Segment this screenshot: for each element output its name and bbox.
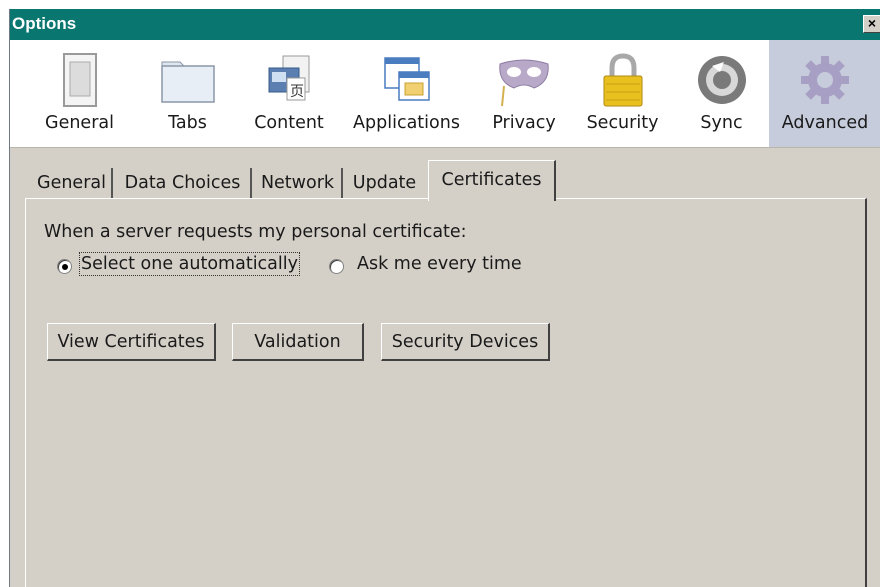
pane-label: Tabs <box>168 113 207 133</box>
pane-general[interactable]: General <box>32 40 127 147</box>
title-bar[interactable]: Options × <box>10 9 880 40</box>
svg-text:页: 页 <box>290 84 304 100</box>
tab-data-choices[interactable]: Data Choices <box>115 168 252 198</box>
view-certificates-button[interactable]: View Certificates <box>47 323 216 361</box>
security-devices-button[interactable]: Security Devices <box>381 323 550 361</box>
tab-certificates[interactable]: Certificates <box>428 160 556 201</box>
tab-update[interactable]: Update <box>345 165 424 200</box>
options-window: Options × General Tabs 页 Content Applica… <box>9 9 880 587</box>
radio-selected-dot <box>62 264 68 270</box>
pane-label: Advanced <box>781 113 869 133</box>
pane-label: General <box>45 113 114 133</box>
sync-icon <box>694 52 750 112</box>
pane-sync[interactable]: Sync <box>678 40 765 147</box>
certificates-panel: When a server requests my personal certi… <box>25 198 867 587</box>
pane-label: Privacy <box>492 113 556 133</box>
tab-general[interactable]: General <box>32 168 113 198</box>
validation-button[interactable]: Validation <box>232 323 364 361</box>
pane-label: Applications <box>353 113 460 133</box>
content-icon: 页 <box>261 52 317 112</box>
tab-network[interactable]: Network <box>254 168 343 198</box>
pane-label: Content <box>254 113 324 133</box>
close-button[interactable]: × <box>863 15 880 33</box>
radio-label-ask-every-time[interactable]: Ask me every time <box>357 254 522 274</box>
pane-tabs[interactable]: Tabs <box>145 40 230 147</box>
pane-label: Sync <box>700 113 743 133</box>
applications-icon <box>379 52 435 112</box>
radio-select-automatically[interactable] <box>57 259 72 274</box>
pane-privacy[interactable]: Privacy <box>476 40 572 147</box>
pane-content[interactable]: 页 Content <box>240 40 338 147</box>
pane-applications[interactable]: Applications <box>343 40 470 147</box>
window-icon <box>58 52 102 112</box>
radio-label-select-automatically[interactable]: Select one automatically <box>79 252 300 276</box>
pane-security[interactable]: Security <box>575 40 670 147</box>
certificate-prompt: When a server requests my personal certi… <box>44 222 467 242</box>
gear-icon <box>797 52 853 112</box>
advanced-tabs: General Data Choices Network Update Cert… <box>10 155 880 201</box>
folder-tabs-icon <box>158 52 218 112</box>
mask-icon <box>494 52 554 112</box>
radio-ask-every-time[interactable] <box>329 259 344 274</box>
pane-advanced[interactable]: Advanced <box>769 40 880 147</box>
padlock-icon <box>598 52 648 114</box>
preferences-toolbar: General Tabs 页 Content Applications Priv… <box>10 40 880 148</box>
window-title: Options <box>12 14 77 33</box>
pane-label: Security <box>586 113 659 133</box>
